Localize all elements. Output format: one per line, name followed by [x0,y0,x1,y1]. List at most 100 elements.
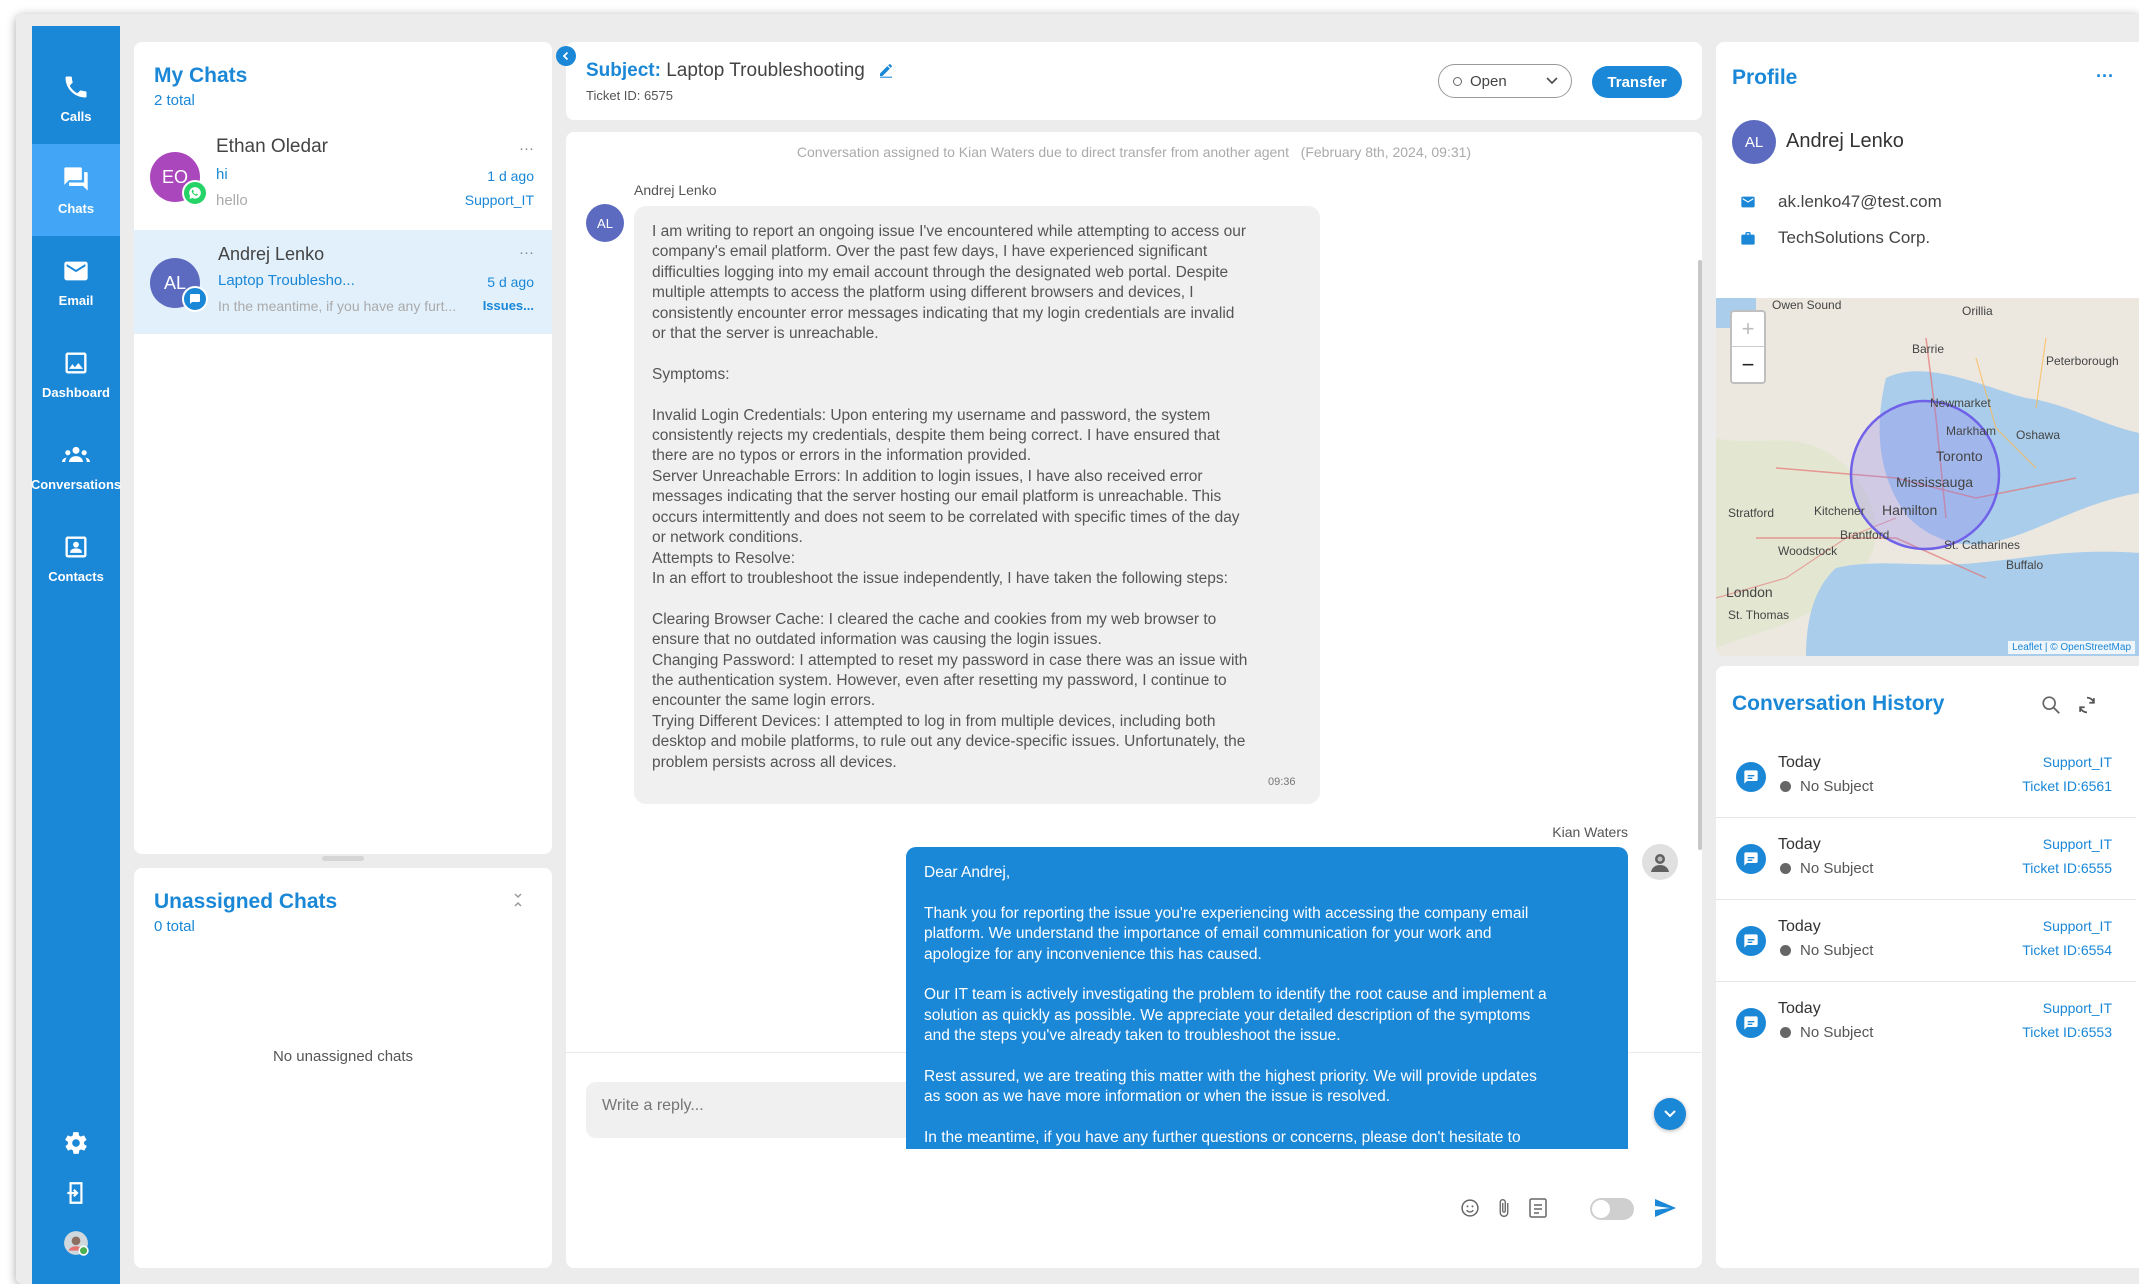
history-ticket[interactable]: Ticket ID:6553 [2022,1024,2112,1040]
chat-item-name: Ethan Oledar [216,136,328,157]
history-day: Today [1778,918,1821,935]
zoom-in-button[interactable]: + [1732,312,1764,347]
map-label: Owen Sound [1772,298,1842,312]
avatar: AL [1732,120,1776,164]
system-message-time: (February 8th, 2024, 09:31) [1300,144,1472,160]
emoji-icon[interactable] [1460,1198,1480,1218]
map-label: Mississauga [1896,474,1974,490]
map-label: Oshawa [2016,428,2061,442]
user-avatar-icon [64,1231,89,1256]
email-icon [1741,196,1755,208]
more-options-icon[interactable]: ··· [519,244,534,261]
nav-email[interactable]: Email [32,236,120,328]
status-select[interactable]: Open [1438,64,1572,98]
edit-icon[interactable] [878,62,894,78]
more-options-icon[interactable]: ··· [2096,66,2114,87]
zoom-out-button[interactable]: − [1732,347,1764,382]
chat-item-queue: Issues... [482,298,534,313]
history-item[interactable]: Today No Subject Support_IT Ticket ID:65… [1716,818,2136,900]
chat-item-preview: In the meantime, if you have any furt... [218,298,457,314]
image-icon [65,352,87,373]
map-label: Markham [1946,424,1997,438]
history-subject: No Subject [1800,942,1874,959]
template-icon[interactable] [1528,1197,1548,1219]
history-item[interactable]: Today No Subject Support_IT Ticket ID:65… [1716,736,2136,818]
nav-conversations[interactable]: Conversations [30,420,122,512]
history-ticket[interactable]: Ticket ID:6554 [2022,942,2112,958]
panel-resize-handle[interactable] [322,856,364,861]
history-subject: No Subject [1800,860,1874,877]
chat-item-ethan[interactable]: EO Ethan Oledar ··· hi 1 d ago hello Sup… [134,126,552,230]
logout-button[interactable] [32,1180,120,1206]
chat-icon [1736,762,1766,792]
nav-dashboard-label: Dashboard [42,384,110,400]
more-options-icon[interactable]: ··· [519,140,534,157]
history-subject: No Subject [1800,1024,1874,1041]
profile-name: Andrej Lenko [1786,130,1904,152]
nav-chats[interactable]: Chats [32,144,120,236]
history-dept: Support_IT [2042,918,2112,934]
agent-avatar-icon [1642,844,1678,880]
reply-input[interactable] [602,1088,1432,1124]
map-attribution[interactable]: Leaflet | © OpenStreetMap [2008,641,2135,654]
history-dept: Support_IT [2042,836,2112,852]
unassigned-title: Unassigned Chats [154,890,338,913]
whatsapp-icon [182,180,208,206]
nav-chats-label: Chats [57,200,95,216]
status-dot-icon [1453,76,1462,86]
map-label: Woodstock [1778,544,1838,558]
nav-contacts-label: Contacts [48,568,104,584]
profile-email[interactable]: ak.lenko47@test.com [1778,192,1942,212]
system-message-text: Conversation assigned to Kian Waters due… [796,144,1289,160]
profile-company: TechSolutions Corp. [1778,228,1931,247]
collapse-icon[interactable] [512,892,524,908]
conversation-header: Subject: Laptop Troubleshooting Ticket I… [566,42,1702,120]
chat-item-time: 1 d ago [487,168,534,184]
collapse-sidebar-button[interactable] [556,46,576,66]
status-dot-icon [1780,781,1791,792]
my-chats-count: 2 total [154,92,195,109]
send-icon[interactable] [1652,1196,1678,1220]
refresh-icon[interactable] [2076,694,2098,716]
transfer-button[interactable]: Transfer [1592,66,1682,98]
chat-item-queue: Support_IT [464,192,534,208]
map-label: Hamilton [1882,502,1938,518]
history-item[interactable]: Today No Subject Support_IT Ticket ID:65… [1716,900,2136,982]
user-avatar-button[interactable] [32,1230,120,1256]
nav-contacts[interactable]: Contacts [32,512,120,604]
toggle-switch[interactable] [1590,1198,1634,1220]
scrollbar[interactable] [1698,260,1702,850]
history-dept: Support_IT [2042,1000,2112,1016]
nav-conversations-label: Conversations [30,476,122,492]
location-map[interactable]: Owen Sound Orillia Barrie Peterborough N… [1716,298,2139,656]
chevron-left-icon [562,51,569,61]
avatar: AL [586,204,624,242]
nav-dashboard[interactable]: Dashboard [32,328,120,420]
outgoing-sender: Kian Waters [1552,824,1628,840]
search-icon[interactable] [2040,694,2062,716]
history-ticket[interactable]: Ticket ID:6555 [2022,860,2112,876]
history-item[interactable]: Today No Subject Support_IT Ticket ID:65… [1716,982,2136,1064]
history-ticket[interactable]: Ticket ID:6561 [2022,778,2112,794]
status-dot-icon [1780,1027,1791,1038]
map-label: Barrie [1912,342,1945,356]
contact-card-icon [65,536,87,557]
chat-item-andrej[interactable]: AL Andrej Lenko ··· Laptop Troublesho...… [134,230,552,334]
chat-item-subject: hi [216,166,228,183]
status-dot-icon [1780,945,1791,956]
status-value: Open [1470,72,1507,90]
history-day: Today [1778,754,1821,771]
subject-text: Laptop Troubleshooting [666,60,865,81]
nav-calls-label: Calls [60,108,92,124]
nav-calls[interactable]: Calls [32,52,120,144]
history-title: Conversation History [1732,692,1945,715]
chat-item-name: Andrej Lenko [218,244,325,264]
map-label: London [1726,584,1773,600]
scroll-down-button[interactable] [1654,1098,1686,1130]
attachment-icon[interactable] [1494,1198,1514,1218]
briefcase-icon [1741,232,1755,245]
settings-button[interactable] [32,1130,120,1156]
subject-label: Subject: [586,60,661,81]
map-label: Orillia [1962,304,1993,318]
phone-icon [65,76,87,97]
